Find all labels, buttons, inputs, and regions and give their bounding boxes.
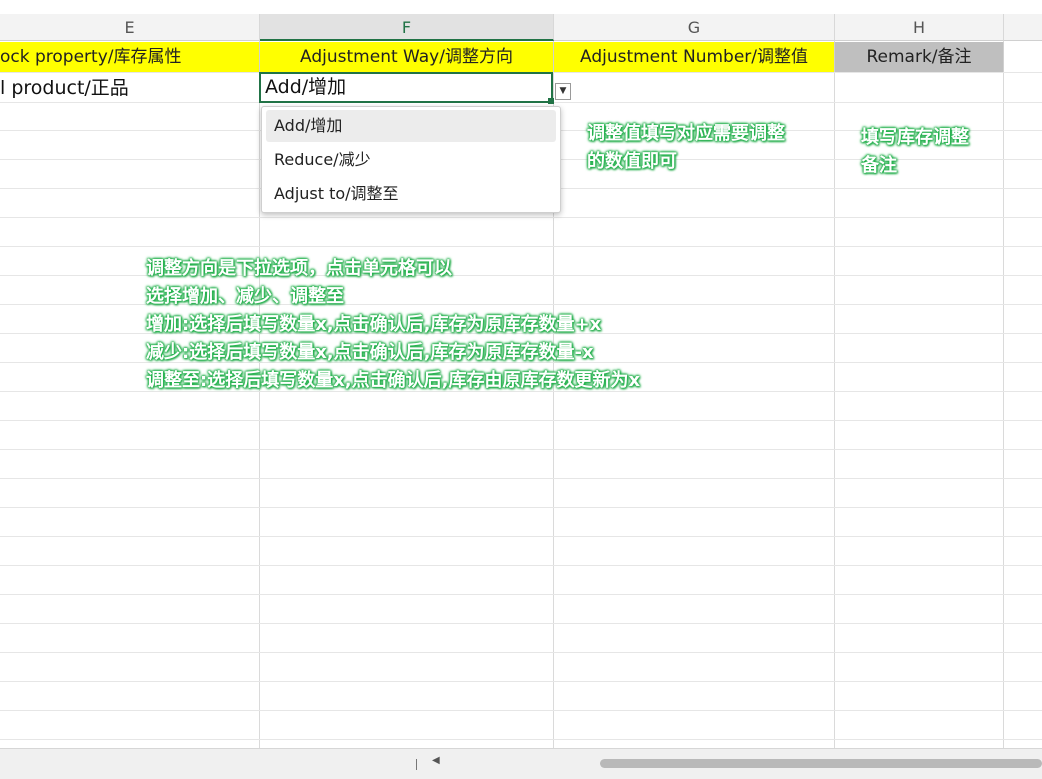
grid-hline: [0, 565, 1042, 566]
active-cell-adjustment-way[interactable]: Add/增加: [259, 72, 553, 103]
note-line: 填写库存调整: [861, 127, 969, 148]
sheet-bottom-bar: ◀: [0, 748, 1042, 779]
header-cell-remark[interactable]: Remark/备注: [835, 42, 1004, 72]
horizontal-scrollbar[interactable]: [600, 759, 1042, 768]
note-line: 减少:选择后填写数量x,点击确认后,库存为原库存数量-x: [146, 342, 594, 363]
cell-stock-property[interactable]: l product/正品: [0, 73, 129, 103]
header-cell-text: Adjustment Way/调整方向: [300, 47, 513, 67]
header-cell-adjustment-number[interactable]: Adjustment Number/调整值: [554, 42, 835, 72]
note-line: 调整至:选择后填写数量x,点击确认后,库存由原库存数更新为x: [146, 370, 641, 391]
grid-hline: [0, 710, 1042, 711]
header-cell-text: Adjustment Number/调整值: [579, 47, 809, 67]
fill-handle[interactable]: [548, 98, 554, 104]
column-letter: E: [124, 18, 135, 37]
grid-hline: [0, 507, 1042, 508]
dropdown-toggle-button[interactable]: ▼: [555, 83, 571, 100]
grid-hline: [0, 449, 1042, 450]
grid-hline: [0, 420, 1042, 421]
column-header-f[interactable]: F: [260, 14, 554, 41]
active-cell-value: Add/增加: [265, 76, 347, 98]
chevron-down-icon: ▼: [559, 86, 567, 96]
column-letter: H: [912, 18, 926, 37]
grid-vline: [834, 41, 835, 748]
note-adjustment-number: 调整值填写对应需要调整 的数值即可: [587, 120, 785, 176]
header-cell-stock-property[interactable]: ock property/库存属性: [0, 42, 260, 72]
dropdown-option-adjust-to[interactable]: Adjust to/调整至: [266, 178, 556, 210]
column-header-e[interactable]: E: [0, 14, 260, 41]
note-line: 的数值即可: [587, 151, 677, 172]
grid-hline: [0, 623, 1042, 624]
dropdown-option-add[interactable]: Add/增加: [266, 110, 556, 142]
note-adjustment-direction: 调整方向是下拉选项，点击单元格可以 选择增加、减少、调整至 增加:选择后填写数量…: [146, 255, 640, 395]
note-line: 备注: [861, 155, 897, 176]
note-line: 增加:选择后填写数量x,点击确认后,库存为原库存数量+x: [146, 314, 602, 335]
column-letter: F: [401, 18, 412, 37]
grid-hline: [0, 536, 1042, 537]
note-remark: 填写库存调整 备注: [861, 124, 969, 180]
grid-vline: [1003, 41, 1004, 748]
dropdown-list: Add/增加 Reduce/减少 Adjust to/调整至: [261, 106, 561, 213]
tab-separator: [416, 759, 417, 770]
header-cell-adjustment-way[interactable]: Adjustment Way/调整方向: [260, 42, 554, 72]
grid-hline: [0, 681, 1042, 682]
header-cell-text: ock property/库存属性: [0, 47, 182, 67]
note-line: 调整值填写对应需要调整: [587, 123, 785, 144]
grid-hline: [0, 217, 1042, 218]
column-header-g[interactable]: G: [554, 14, 835, 41]
note-line: 调整方向是下拉选项，点击单元格可以: [146, 258, 452, 279]
grid-hline: [0, 594, 1042, 595]
grid-hline: [0, 246, 1042, 247]
column-header-i[interactable]: [1004, 14, 1042, 41]
header-cell-text: Remark/备注: [866, 47, 972, 67]
column-header-h[interactable]: H: [835, 14, 1004, 41]
column-letter: G: [687, 18, 701, 37]
triangle-left-icon[interactable]: ◀: [432, 755, 440, 766]
grid-hline: [0, 478, 1042, 479]
grid-hline: [0, 739, 1042, 740]
note-line: 选择增加、减少、调整至: [146, 286, 344, 307]
grid-hline: [0, 652, 1042, 653]
dropdown-option-reduce[interactable]: Reduce/减少: [266, 144, 556, 176]
